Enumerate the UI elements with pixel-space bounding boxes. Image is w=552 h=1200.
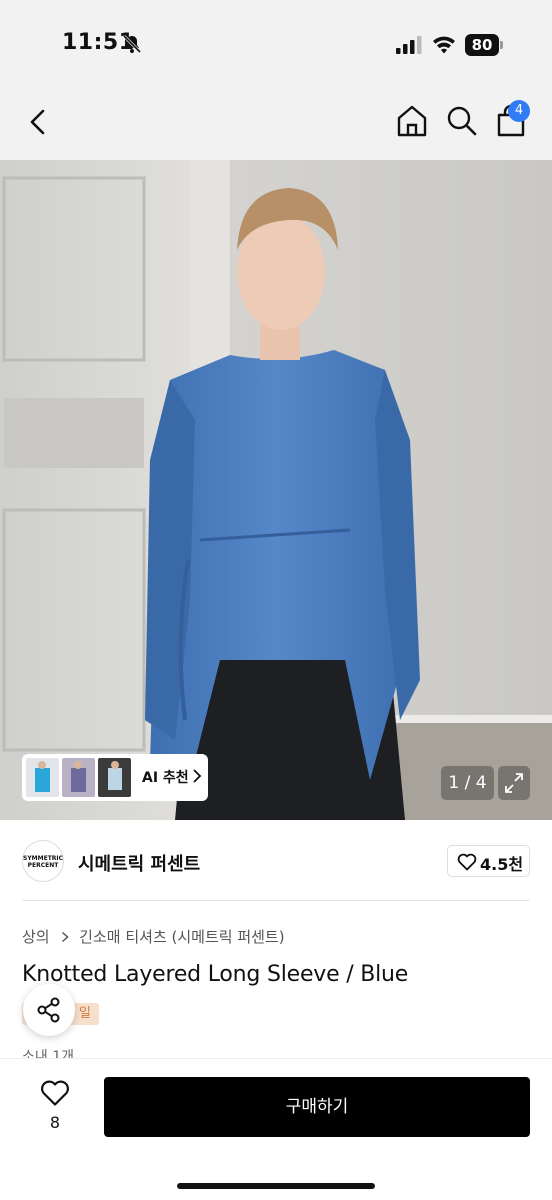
wifi-icon [433, 36, 455, 54]
expand-icon [505, 773, 523, 793]
breadcrumb-item[interactable]: 긴소매 티셔츠 (시메트릭 퍼센트) [79, 928, 284, 946]
divider [22, 900, 530, 901]
product-image-gallery[interactable]: AI 추천 1 / 4 [0, 160, 552, 820]
nav-bar [0, 84, 552, 160]
image-page-indicator: 1 / 4 [441, 766, 494, 800]
status-bar: 11:51 80 [0, 0, 552, 84]
wishlist-heart-icon[interactable] [40, 1079, 70, 1107]
product-title: Knotted Layered Long Sleeve / Blue [22, 962, 409, 987]
chevron-right-icon [62, 931, 70, 942]
breadcrumb-item[interactable]: 상의 [22, 928, 50, 946]
share-button[interactable] [23, 984, 75, 1036]
battery-icon: 80 [465, 34, 503, 56]
home-indicator [177, 1183, 375, 1189]
recommendation-thumbnail[interactable] [62, 758, 95, 797]
search-icon[interactable] [445, 104, 477, 138]
brand-logo[interactable]: SYMMETRIC PERCENT [22, 840, 64, 882]
ai-recommendation-label: AI 추천 [142, 770, 189, 786]
signal-icon [396, 36, 422, 54]
battery-level: 80 [465, 34, 499, 56]
brand-name[interactable]: 시메트릭 퍼센트 [78, 850, 200, 876]
wishlist-count: 8 [49, 1113, 61, 1132]
brand-like-button[interactable]: 4.5천 [447, 845, 530, 877]
chevron-right-icon [193, 769, 202, 783]
bell-off-icon [122, 34, 142, 54]
heart-icon [457, 853, 477, 871]
product-photo [0, 160, 552, 820]
stock-text: 소내 1개 [22, 1049, 74, 1058]
cart-count-badge: 4 [508, 100, 530, 122]
expand-image-button[interactable] [498, 766, 530, 800]
bottom-action-bar: 8 구매하기 [0, 1058, 552, 1200]
recommendation-thumbnail[interactable] [98, 758, 131, 797]
breadcrumb: 상의 긴소매 티셔츠 (시메트릭 퍼센트) [22, 926, 285, 947]
back-arrow-icon[interactable] [24, 106, 54, 138]
recommendation-thumbnail[interactable] [26, 758, 59, 797]
ai-recommendation-strip[interactable]: AI 추천 [22, 754, 208, 801]
battery-cap [500, 41, 503, 49]
like-count: 4.5천 [480, 855, 524, 874]
home-icon[interactable] [395, 104, 429, 138]
buy-button[interactable]: 구매하기 [104, 1077, 530, 1137]
share-icon [37, 997, 60, 1023]
